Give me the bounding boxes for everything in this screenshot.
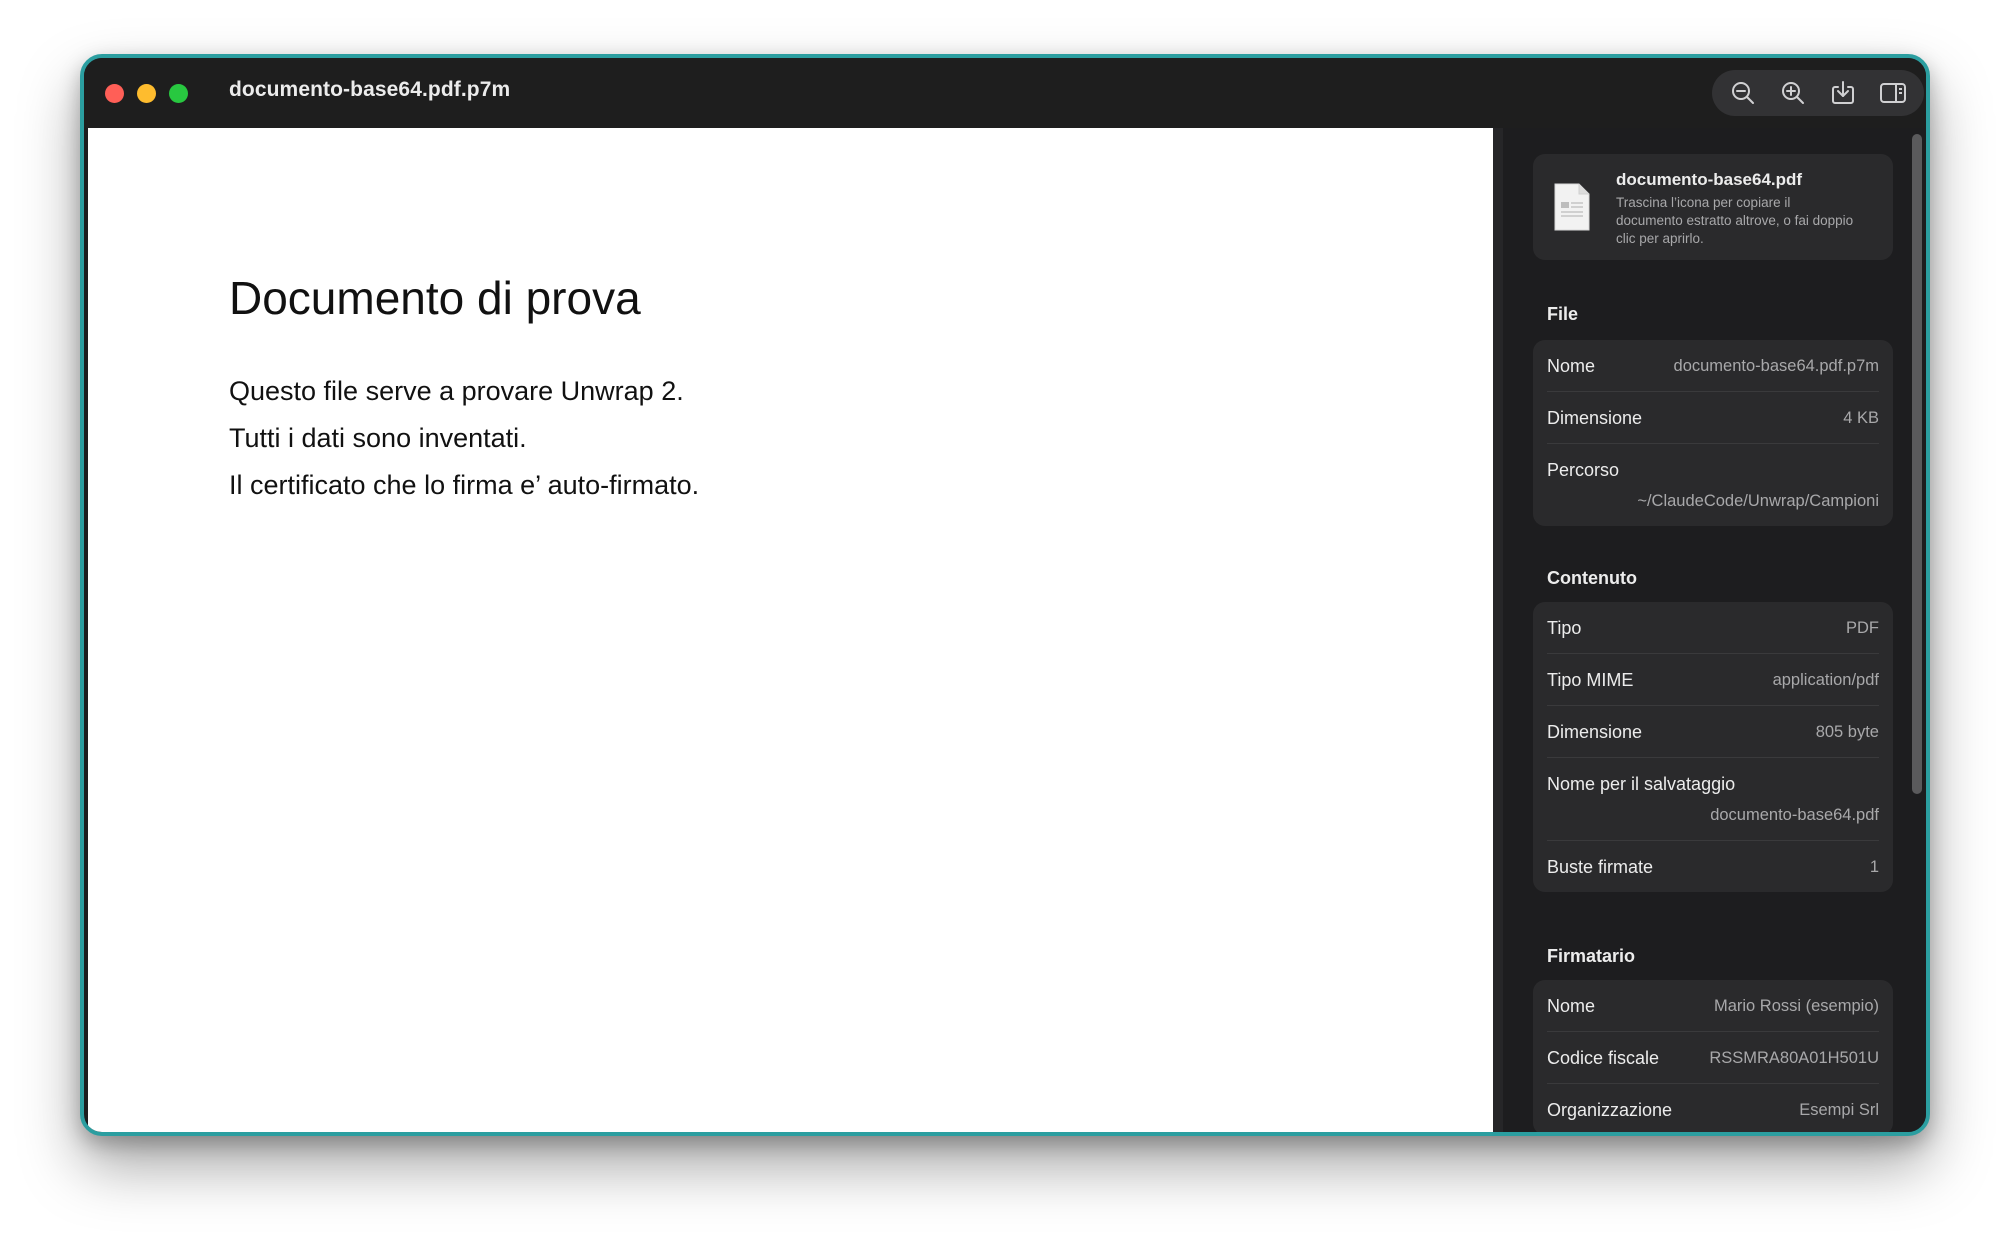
window-title: documento-base64.pdf.p7m xyxy=(229,78,511,101)
info-sidebar: documento-base64.pdf Trascina l’icona pe… xyxy=(1503,128,1926,1132)
info-row: Tipo PDF xyxy=(1547,602,1879,654)
extracted-file-card[interactable]: documento-base64.pdf Trascina l’icona pe… xyxy=(1533,154,1893,260)
section-title-signer: Firmatario xyxy=(1547,946,1636,966)
sidebar-scrollbar[interactable] xyxy=(1912,134,1922,794)
info-row: Nome documento-base64.pdf.p7m xyxy=(1547,340,1879,392)
info-value: documento-base64.pdf.p7m xyxy=(1673,357,1879,375)
zoom-window-button[interactable] xyxy=(169,84,188,103)
info-value: 4 KB xyxy=(1843,409,1879,427)
document-line: Tutti i dati sono inventati. xyxy=(229,423,527,453)
info-value: documento-base64.pdf xyxy=(1710,806,1879,824)
info-key: Buste firmate xyxy=(1547,857,1654,877)
save-download-icon xyxy=(1832,81,1854,104)
info-row: Nome Mario Rossi (esempio) xyxy=(1547,980,1879,1032)
zoom-out-button[interactable] xyxy=(1723,73,1763,113)
file-info-group: Nome documento-base64.pdf.p7m Dimensione… xyxy=(1533,340,1893,526)
pdf-file-icon[interactable] xyxy=(1553,182,1591,237)
info-key: Dimensione xyxy=(1547,722,1643,742)
info-row: Codice fiscale RSSMRA80A01H501U xyxy=(1547,1032,1879,1084)
close-window-button[interactable] xyxy=(105,84,124,103)
document-preview[interactable]: Documento di prova Questo file serve a p… xyxy=(88,128,1493,1132)
info-row: Percorso ~/ClaudeCode/Unwrap/Campioni xyxy=(1547,444,1879,526)
info-row: Buste firmate 1 xyxy=(1547,841,1879,892)
info-value: RSSMRA80A01H501U xyxy=(1709,1049,1879,1067)
save-button[interactable] xyxy=(1823,73,1863,113)
info-row: Dimensione 4 KB xyxy=(1547,392,1879,444)
document-heading: Documento di prova xyxy=(229,272,641,324)
info-key: Dimensione xyxy=(1547,408,1643,428)
info-key: Nome xyxy=(1547,356,1596,376)
info-value: Esempi Srl xyxy=(1799,1101,1879,1119)
toolbar xyxy=(1712,70,1924,116)
info-value: ~/ClaudeCode/Unwrap/Campioni xyxy=(1637,492,1879,510)
zoom-out-icon xyxy=(1732,82,1754,104)
signer-info-group: Nome Mario Rossi (esempio) Codice fiscal… xyxy=(1533,980,1893,1132)
sidebar-toggle-icon xyxy=(1880,83,1906,103)
app-window: documento-base64.pdf.p7m Documento di pr… xyxy=(80,54,1930,1136)
content-info-group: Tipo PDF Tipo MIME application/pdf Dimen… xyxy=(1533,602,1893,892)
info-key: Codice fiscale xyxy=(1547,1048,1660,1068)
info-key: Organizzazione xyxy=(1547,1100,1673,1120)
title-bar[interactable]: documento-base64.pdf.p7m xyxy=(84,58,1926,128)
info-row: Organizzazione Esempi Srl xyxy=(1547,1084,1879,1132)
info-value: Mario Rossi (esempio) xyxy=(1713,997,1879,1015)
sidebar-toggle-button[interactable] xyxy=(1873,73,1913,113)
zoom-in-button[interactable] xyxy=(1773,73,1813,113)
split-divider[interactable] xyxy=(1493,128,1503,1132)
info-key: Nome xyxy=(1547,996,1596,1016)
info-key: Tipo MIME xyxy=(1547,670,1634,690)
zoom-in-icon xyxy=(1782,82,1804,104)
extracted-file-name: documento-base64.pdf xyxy=(1616,170,1803,189)
info-value: 805 byte xyxy=(1815,723,1879,741)
info-row: Dimensione 805 byte xyxy=(1547,706,1879,758)
document-line: Questo file serve a provare Unwrap 2. xyxy=(229,376,684,406)
info-value: PDF xyxy=(1846,619,1879,637)
info-key: Tipo xyxy=(1547,618,1582,638)
info-key: Percorso xyxy=(1547,460,1620,480)
extracted-file-hint: Trascina l’icona per copiare il document… xyxy=(1616,195,1854,246)
info-row: Tipo MIME application/pdf xyxy=(1547,654,1879,706)
info-value: 1 xyxy=(1869,858,1879,876)
document-line: Il certificato che lo firma e’ auto-firm… xyxy=(229,470,700,500)
section-title-content: Contenuto xyxy=(1547,568,1637,588)
section-title-file: File xyxy=(1547,304,1579,324)
info-value: application/pdf xyxy=(1772,671,1879,689)
info-row: Nome per il salvataggio documento-base64… xyxy=(1547,758,1879,841)
minimize-window-button[interactable] xyxy=(137,84,156,103)
info-key: Nome per il salvataggio xyxy=(1547,774,1736,794)
